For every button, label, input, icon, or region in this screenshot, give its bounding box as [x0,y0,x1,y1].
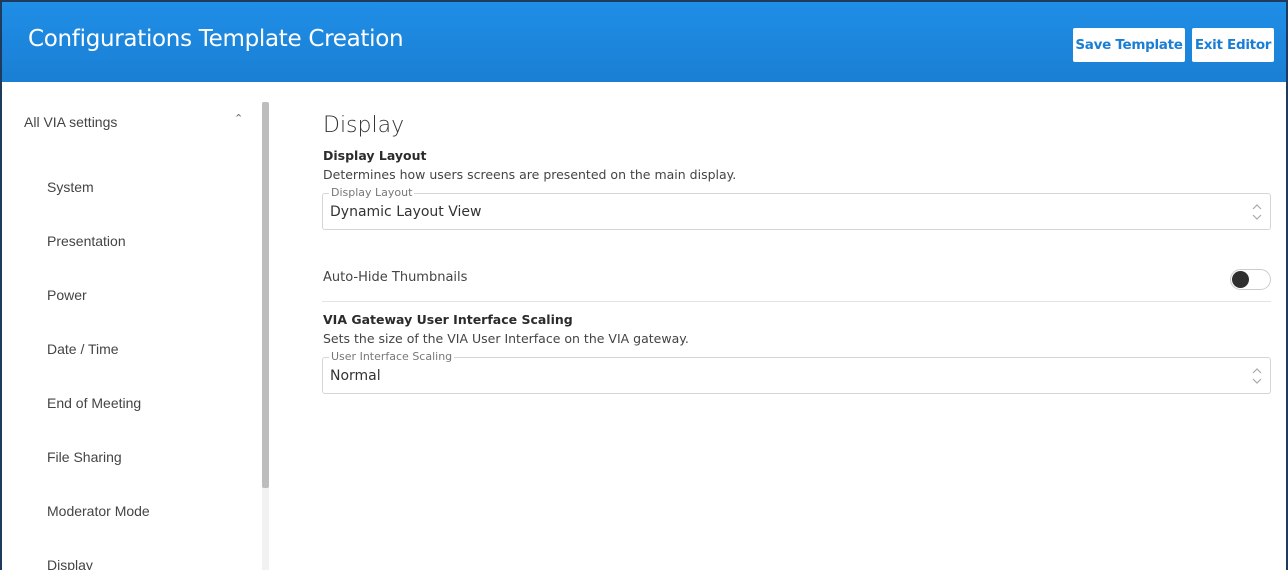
select-arrows-icon [1252,204,1262,220]
ui-scaling-field-label: User Interface Scaling [329,350,455,363]
divider [322,301,1271,302]
display-layout-description: Determines how users screens are present… [323,167,737,182]
ui-scaling-value: Normal [330,368,381,384]
display-layout-value: Dynamic Layout View [330,204,482,220]
sidebar-item-display[interactable]: Display [47,557,93,570]
ui-scaling-select[interactable]: User Interface Scaling Normal [322,350,1271,394]
chevron-up-icon[interactable]: ⌃ [234,112,243,125]
ui-scaling-description: Sets the size of the VIA User Interface … [323,331,689,346]
save-template-button[interactable]: Save Template [1073,28,1185,62]
sidebar-item-system[interactable]: System [47,179,94,195]
sidebar-item-file-sharing[interactable]: File Sharing [47,449,122,465]
display-layout-field-label: Display Layout [329,186,415,199]
page-title: Configurations Template Creation [28,26,404,52]
select-arrows-icon [1252,368,1262,384]
display-layout-select[interactable]: Display Layout Dynamic Layout View [322,186,1271,230]
sidebar-item-end-of-meeting[interactable]: End of Meeting [47,395,141,411]
app-header: Configurations Template Creation Save Te… [2,2,1286,82]
section-title: Display [323,113,405,138]
settings-sidebar: All VIA settings ⌃ System Presentation P… [2,82,270,570]
app-window: Configurations Template Creation Save Te… [0,0,1288,570]
sidebar-heading[interactable]: All VIA settings [24,114,117,130]
auto-hide-thumbnails-label: Auto-Hide Thumbnails [323,270,468,285]
sidebar-item-date-time[interactable]: Date / Time [47,341,119,357]
sidebar-item-presentation[interactable]: Presentation [47,233,126,249]
ui-scaling-title: VIA Gateway User Interface Scaling [323,312,573,327]
sidebar-scrollbar-thumb[interactable] [262,102,269,488]
sidebar-item-moderator-mode[interactable]: Moderator Mode [47,503,150,519]
sidebar-item-power[interactable]: Power [47,287,87,303]
display-layout-title: Display Layout [323,148,427,163]
auto-hide-thumbnails-toggle[interactable] [1230,269,1271,290]
toggle-knob [1232,271,1249,288]
exit-editor-button[interactable]: Exit Editor [1192,28,1274,62]
